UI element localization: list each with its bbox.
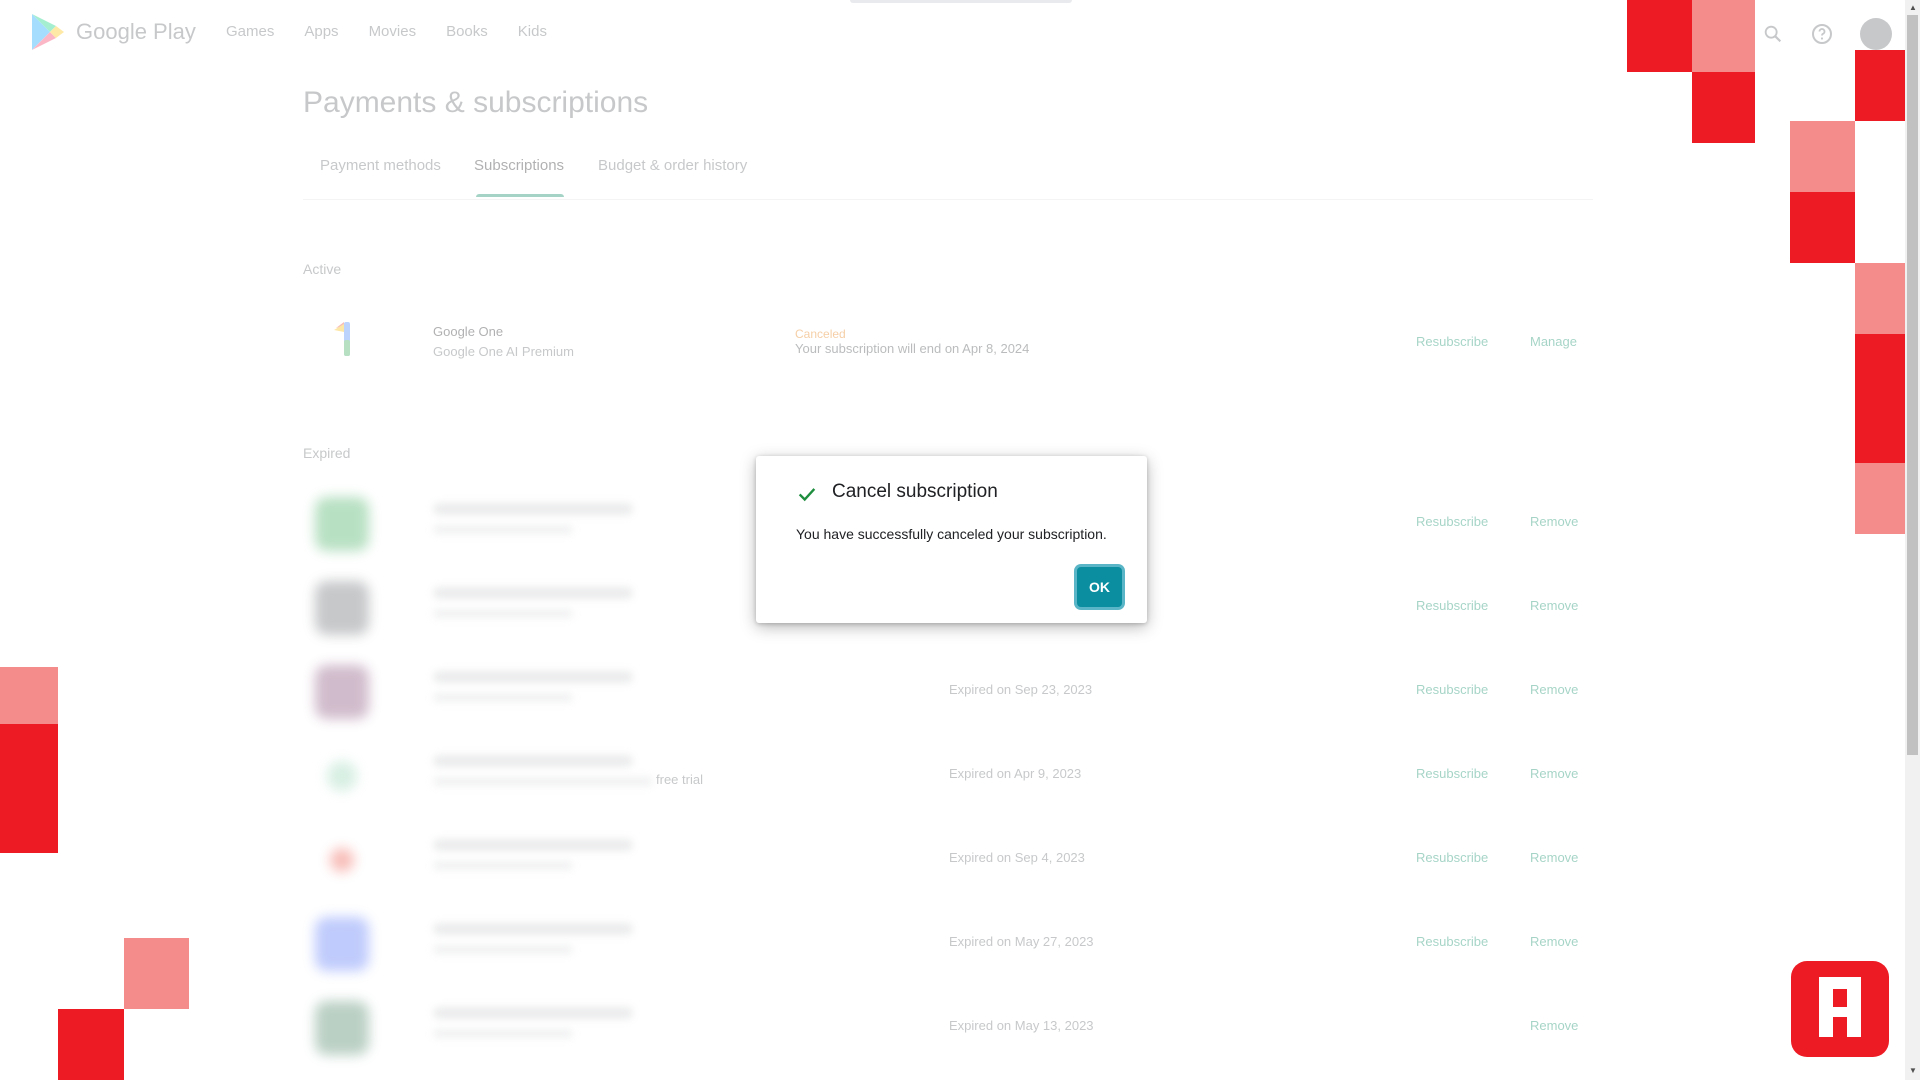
app-plan-blurred [433, 693, 573, 702]
decor-square [0, 667, 58, 724]
app-name-blurred [433, 839, 633, 851]
expiry-status: Expired on Apr 9, 2023 [949, 766, 1082, 781]
decor-square [1627, 0, 1692, 72]
expired-subscription-row[interactable]: Expired on May 27, 2023 Resubscribe Remo… [303, 909, 1593, 979]
page-title: Payments & subscriptions [303, 86, 649, 119]
expired-subscription-row[interactable]: Expired on Sep 23, 2023 Resubscribe Remo… [303, 657, 1593, 727]
google-play-logo[interactable]: Google Play [30, 12, 196, 52]
cancel-confirmation-dialog: Cancel subscription You have successfull… [756, 456, 1147, 623]
subscription-status: Canceled [795, 327, 846, 341]
decor-square [58, 1009, 124, 1080]
expiry-status: Expired on May 27, 2023 [949, 934, 1094, 949]
decor-square [1855, 463, 1905, 534]
remove-link[interactable]: Remove [1530, 1018, 1578, 1033]
header-actions [1762, 18, 1892, 50]
scroll-up-arrow-icon[interactable]: ▲ [1909, 3, 1917, 12]
subscription-name: Google One [433, 324, 504, 339]
resubscribe-link[interactable]: Resubscribe [1416, 850, 1488, 865]
decor-square [1790, 192, 1855, 263]
app-plan-blurred [433, 1029, 573, 1038]
subscription-end-date: Your subscription will end on Apr 8, 202… [795, 341, 1030, 356]
top-nav: Games Apps Movies Books Kids [226, 23, 547, 40]
remove-link[interactable]: Remove [1530, 850, 1578, 865]
check-icon [798, 488, 816, 502]
app-icon [315, 581, 369, 635]
decor-square [124, 938, 189, 1009]
avatar[interactable] [1860, 18, 1892, 50]
decor-square [1855, 50, 1905, 121]
app-icon [315, 1001, 369, 1055]
tab-budget-order-history[interactable]: Budget & order history [598, 157, 747, 174]
help-icon[interactable] [1810, 22, 1834, 46]
google-one-icon [334, 322, 350, 356]
tab-payment-methods[interactable]: Payment methods [320, 157, 441, 174]
app-plan-blurred [433, 945, 573, 954]
decor-square [1692, 0, 1755, 72]
app-name-blurred [433, 755, 633, 767]
remove-link[interactable]: Remove [1530, 598, 1578, 613]
expiry-status: Expired on May 13, 2023 [949, 1018, 1094, 1033]
subscription-plan: Google One AI Premium [433, 344, 574, 359]
app-icon [315, 665, 369, 719]
nav-movies[interactable]: Movies [369, 23, 417, 40]
app-icon [315, 917, 369, 971]
app-icon [330, 848, 354, 872]
expiry-status: Expired on Sep 4, 2023 [949, 850, 1085, 865]
app-icon [327, 761, 357, 791]
decor-square [1692, 72, 1755, 143]
app-plan-blurred [433, 525, 573, 534]
vertical-scrollbar[interactable]: ▲ ▼ [1905, 0, 1920, 1080]
scroll-down-arrow-icon[interactable]: ▼ [1909, 1066, 1917, 1075]
app-name-blurred [433, 503, 633, 515]
resubscribe-link[interactable]: Resubscribe [1416, 934, 1488, 949]
decor-square [1790, 121, 1855, 192]
remove-link[interactable]: Remove [1530, 766, 1578, 781]
nav-apps[interactable]: Apps [304, 23, 338, 40]
nav-games[interactable]: Games [226, 23, 274, 40]
app-plan-blurred [433, 777, 653, 786]
decor-square [1855, 263, 1905, 334]
app-name-blurred [433, 671, 633, 683]
decor-square [0, 724, 58, 853]
tab-bar: Payment methods Subscriptions Budget & o… [303, 155, 1593, 200]
page: Google Play Games Apps Movies Books Kids… [0, 0, 1905, 1080]
decor-square [1855, 334, 1905, 463]
app-name-blurred [433, 587, 633, 599]
expired-subscription-row[interactable]: Expired on Sep 4, 2023 Resubscribe Remov… [303, 825, 1593, 895]
resubscribe-link[interactable]: Resubscribe [1416, 334, 1488, 349]
expired-subscription-row[interactable]: free trial Expired on Apr 9, 2023 Resubs… [303, 741, 1593, 811]
expiry-status: Expired on Sep 23, 2023 [949, 682, 1093, 697]
header: Google Play Games Apps Movies Books Kids [0, 0, 1905, 64]
badge-glyph-icon [1819, 977, 1861, 1037]
app-plan-blurred [433, 609, 573, 618]
dialog-message: You have successfully canceled your subs… [796, 526, 1107, 542]
ok-button[interactable]: OK [1077, 567, 1122, 607]
nav-books[interactable]: Books [446, 23, 488, 40]
expired-subscription-row[interactable]: Expired on May 13, 2023 Remove [303, 993, 1593, 1063]
search-icon[interactable] [1762, 23, 1784, 45]
brand-name: Google Play [76, 19, 196, 44]
corner-badge [1791, 961, 1889, 1057]
resubscribe-link[interactable]: Resubscribe [1416, 766, 1488, 781]
dialog-title: Cancel subscription [832, 481, 998, 502]
scrollbar-thumb[interactable] [1907, 15, 1918, 755]
app-name-blurred [433, 1007, 633, 1019]
remove-link[interactable]: Remove [1530, 934, 1578, 949]
nav-kids[interactable]: Kids [518, 23, 547, 40]
trial-label: free trial [656, 772, 703, 787]
play-triangle-icon [32, 14, 64, 50]
active-tab-indicator [476, 194, 564, 197]
app-icon [315, 497, 369, 551]
remove-link[interactable]: Remove [1530, 682, 1578, 697]
manage-link[interactable]: Manage [1530, 334, 1577, 349]
app-name-blurred [433, 923, 633, 935]
remove-link[interactable]: Remove [1530, 514, 1578, 529]
resubscribe-link[interactable]: Resubscribe [1416, 598, 1488, 613]
tab-subscriptions[interactable]: Subscriptions [474, 157, 564, 174]
app-plan-blurred [433, 861, 573, 870]
expired-section-label: Expired [303, 445, 351, 461]
active-section-label: Active [303, 261, 342, 277]
resubscribe-link[interactable]: Resubscribe [1416, 514, 1488, 529]
resubscribe-link[interactable]: Resubscribe [1416, 682, 1488, 697]
